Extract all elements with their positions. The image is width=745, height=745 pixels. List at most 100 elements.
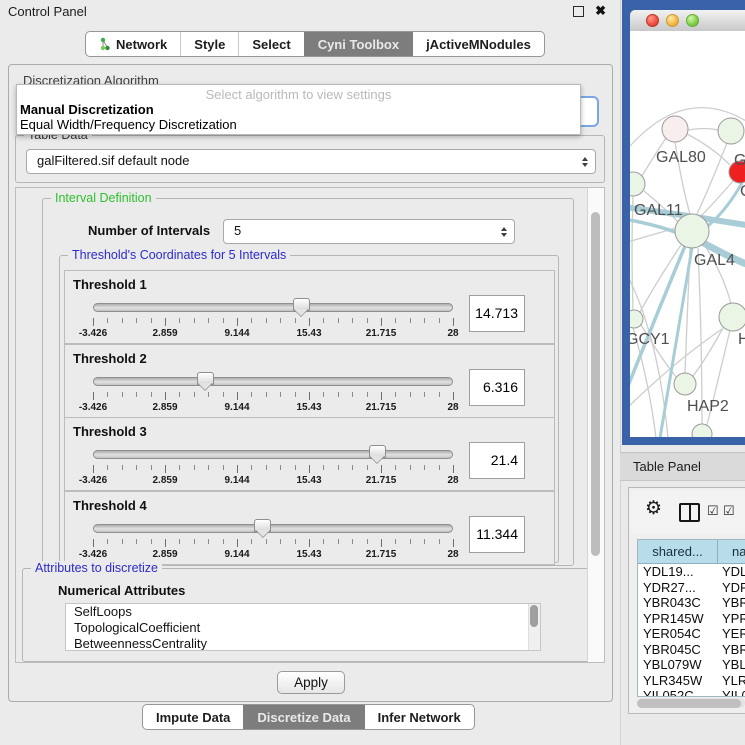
network-window-titlebar	[630, 10, 745, 32]
threshold-slider[interactable]: -3.4262.8599.14415.4321.71528	[93, 371, 457, 415]
mac-zoom-button[interactable]	[686, 14, 699, 27]
table-cell: YDL1	[718, 564, 745, 580]
slider-handle[interactable]	[254, 519, 271, 532]
table-row[interactable]: YDR27...YDR2	[638, 580, 745, 596]
number-of-intervals-combobox[interactable]: 5	[223, 219, 515, 244]
number-of-intervals-value: 5	[234, 223, 241, 238]
network-node-hap2[interactable]	[674, 373, 696, 395]
table-cell: YDR27...	[638, 580, 718, 596]
interval-definition-group: Interval Definition Number of Intervals …	[42, 198, 574, 566]
list-scrollbar-thumb[interactable]	[530, 605, 538, 627]
threshold-slider[interactable]: -3.4262.8599.14415.4321.71528	[93, 444, 457, 488]
threshold-label: Threshold 2	[73, 351, 147, 366]
threshold-panel: Threshold 1-3.4262.8599.14415.4321.71528…	[64, 270, 555, 344]
table-row[interactable]: YBL079WYBL0	[638, 657, 745, 673]
tab-style[interactable]: Style	[180, 32, 238, 56]
network-edge[interactable]	[632, 196, 633, 310]
checkbox-icon[interactable]: ☑	[707, 503, 719, 519]
table-data-combobox[interactable]: galFiltered.sif default node	[26, 149, 596, 174]
close-window-icon[interactable]: ✖	[595, 3, 606, 19]
table-panel-titlebar: Table Panel	[620, 452, 745, 481]
table-row[interactable]: YPR145WYPR1	[638, 611, 745, 627]
attribute-list-item[interactable]: SelfLoops	[66, 604, 540, 620]
number-of-intervals-label: Number of Intervals	[88, 223, 210, 238]
network-node-topright[interactable]	[718, 118, 744, 144]
threshold-slider[interactable]: -3.4262.8599.14415.4321.71528	[93, 518, 457, 562]
tab-infer-network[interactable]: Infer Network	[364, 705, 474, 729]
slider-track	[93, 303, 453, 312]
tab-discretize-data[interactable]: Discretize Data	[243, 705, 363, 729]
table-data-group: Table Data galFiltered.sif default node	[15, 135, 605, 183]
network-view-window: GAL80GACGAL11GAL4GCY1HHAP2	[622, 0, 745, 445]
slider-handle[interactable]	[369, 445, 386, 458]
algorithm-option-manual-discretization[interactable]: Manual Discretization	[17, 102, 580, 117]
apply-button[interactable]: Apply	[277, 671, 345, 694]
algorithm-option-equal-width-frequency[interactable]: Equal Width/Frequency Discretization	[17, 117, 580, 132]
control-panel-window: Control Panel ✖ NetworkStyleSelectCyni T…	[0, 0, 621, 745]
settings-scroll-area: Interval Definition Number of Intervals …	[15, 187, 605, 663]
network-edge[interactable]	[688, 129, 718, 131]
column-header[interactable]: na	[718, 540, 745, 563]
table-row[interactable]: YBR043CYBR0	[638, 595, 745, 611]
vertical-scrollbar-thumb[interactable]	[591, 212, 600, 556]
column-header[interactable]: shared...	[638, 540, 718, 563]
tab-impute-data[interactable]: Impute Data	[143, 705, 243, 729]
slider-track	[93, 450, 453, 459]
table-cell: YLR3	[718, 673, 745, 689]
network-node-pink[interactable]	[662, 116, 688, 142]
cyni-toolbox-panel: Discretization Algorithm Select algorith…	[8, 64, 613, 702]
threshold-slider[interactable]: -3.4262.8599.14415.4321.71528	[93, 297, 457, 341]
network-edge[interactable]	[700, 181, 733, 217]
slider-track	[93, 524, 453, 533]
table-cell: YBR045C	[638, 642, 718, 658]
network-node-bottom[interactable]	[692, 424, 712, 437]
slider-tick-labels: -3.4262.8599.14415.4321.71528	[93, 549, 453, 561]
thresholds-group-label: Threshold's Coordinates for 5 Intervals	[68, 248, 290, 262]
settings-gear-icon[interactable]: ⚙	[645, 497, 662, 520]
network-edge[interactable]	[693, 328, 723, 376]
tab-select[interactable]: Select	[238, 32, 303, 56]
attribute-list-item[interactable]: BetweennessCentrality	[66, 636, 540, 651]
threshold-value-field[interactable]: 11.344	[469, 516, 525, 553]
table-cell: YER054C	[638, 626, 718, 642]
horizontal-scrollbar[interactable]	[637, 698, 745, 708]
table-row[interactable]: YLR345WYLR3	[638, 673, 745, 689]
network-edge[interactable]	[630, 219, 680, 234]
node-label: GA	[734, 152, 745, 169]
tab-network[interactable]: Network	[86, 32, 180, 56]
slider-ticks	[93, 392, 453, 401]
vertical-scrollbar[interactable]	[587, 188, 604, 662]
tab-jactivemnodules[interactable]: jActiveMNodules	[412, 32, 544, 56]
table-cell: YBR043C	[638, 595, 718, 611]
threshold-label: Threshold 4	[73, 498, 147, 513]
network-node-gcy1[interactable]	[630, 310, 643, 328]
table-cell: YPR1	[718, 611, 745, 627]
threshold-value-field[interactable]: 21.4	[469, 442, 525, 479]
list-scrollbar[interactable]	[528, 604, 540, 650]
threshold-value-field[interactable]: 14.713	[469, 295, 525, 332]
mac-minimize-button[interactable]	[666, 14, 679, 27]
threshold-panel: Threshold 2 -3.4262.8599.14415.4321.71528…	[64, 344, 555, 418]
horizontal-scrollbar-thumb[interactable]	[637, 699, 741, 708]
table-row[interactable]: YDL19...YDL1	[638, 564, 745, 580]
table-row[interactable]: YBR045CYBR0	[638, 642, 745, 658]
table-row[interactable]: YIL052CYIL0	[638, 688, 745, 697]
slider-handle[interactable]	[293, 298, 310, 311]
mac-close-button[interactable]	[646, 14, 659, 27]
checkbox-icon[interactable]: ☑	[723, 503, 735, 519]
network-canvas[interactable]: GAL80GACGAL11GAL4GCY1HHAP2	[630, 31, 745, 437]
attribute-list-item[interactable]: TopologicalCoefficient	[66, 620, 540, 636]
network-edge[interactable]	[630, 269, 668, 437]
node-label: H	[738, 331, 745, 348]
threshold-value-field[interactable]: 6.316	[469, 369, 525, 406]
network-node-h[interactable]	[719, 303, 745, 331]
slider-handle[interactable]	[197, 372, 214, 385]
control-panel-tab-bar: NetworkStyleSelectCyni ToolboxjActiveMNo…	[85, 31, 545, 57]
table-panel-toolbar: ⚙ ☑ ☑	[631, 490, 745, 534]
table-row[interactable]: YER054CYER0	[638, 626, 745, 642]
network-node-gal4[interactable]	[675, 214, 709, 248]
split-columns-icon[interactable]	[679, 503, 700, 522]
float-window-icon[interactable]	[573, 6, 584, 17]
tab-cyni-toolbox[interactable]: Cyni Toolbox	[304, 32, 412, 56]
numerical-attributes-label: Numerical Attributes	[58, 583, 185, 598]
